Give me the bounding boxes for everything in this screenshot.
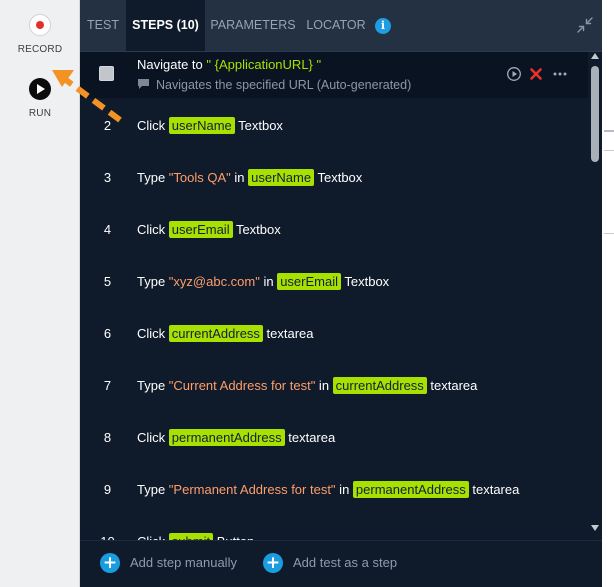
step-keyword: Type <box>137 274 169 289</box>
step-number: 10 <box>90 514 125 540</box>
record-label: RECORD <box>17 44 63 55</box>
scroll-down-arrow-icon[interactable] <box>591 524 599 532</box>
step-keyword: Textbox <box>341 274 390 289</box>
step-keyword: Click <box>137 222 169 237</box>
step-1-description: Navigates the specified URL (Auto-genera… <box>156 78 412 92</box>
step-value: "Permanent Address for test" <box>168 482 336 497</box>
tab-test[interactable]: TEST <box>80 0 126 51</box>
add-test-as-step-button[interactable]: + Add test as a step <box>263 552 413 576</box>
step-number: 9 <box>103 482 112 497</box>
plus-circle-icon: + <box>263 553 283 573</box>
step-keyword: Type <box>137 378 169 393</box>
background-page-edge <box>602 0 614 587</box>
step-number: 6 <box>103 326 112 341</box>
step-number: 3 <box>103 170 112 185</box>
step-text: Click submit Button <box>137 514 254 540</box>
step-text: Click permanentAddress textarea <box>137 410 335 462</box>
step-text: Type "Current Address for test" in curre… <box>137 358 477 410</box>
collapse-icon[interactable] <box>577 17 593 33</box>
step-row[interactable]: 6 Click currentAddress textarea <box>80 306 588 358</box>
recorder-window: RECORD RUN TEST STEPS (10) PARAMETERS LO… <box>0 0 614 587</box>
step-1-title: Navigate to " {ApplicationURL} " <box>137 57 321 72</box>
step-keyword: textarea <box>284 430 336 445</box>
step-text: Type "Tools QA" in userName Textbox <box>137 150 362 202</box>
background-divider <box>604 150 614 151</box>
step-element: currentAddress <box>332 377 427 394</box>
step-text: Click userEmail Textbox <box>137 202 281 254</box>
step-keyword: in <box>259 274 278 289</box>
step-text: Type "xyz@abc.com" in userEmail Textbox <box>137 254 389 306</box>
tab-steps[interactable]: STEPS (10) <box>126 0 205 51</box>
step-element: permanentAddress <box>168 429 285 446</box>
step-value: "Tools QA" <box>168 170 231 185</box>
steps-list: 2 Click userName Textbox 3 Type "Tools QA" … <box>80 98 588 540</box>
annotation-arrow-icon <box>52 70 122 123</box>
step-element: userEmail <box>168 221 233 238</box>
step-value: "xyz@abc.com" <box>168 274 260 289</box>
footer-bar: + Add step manually + Add test as a step <box>80 540 602 587</box>
step-number: 4 <box>103 222 112 237</box>
step-row[interactable]: 4 Click userEmail Textbox <box>80 202 588 254</box>
step-keyword: Click <box>137 326 169 341</box>
step-keyword: Click <box>137 118 169 133</box>
step-text: Click userName Textbox <box>137 98 283 150</box>
step-row[interactable]: 8 Click permanentAddress textarea <box>80 410 588 462</box>
step-element: userName <box>168 117 235 134</box>
step-element: currentAddress <box>168 325 263 342</box>
step-keyword: Textbox <box>234 118 283 133</box>
step-text: Type "Permanent Address for test" in per… <box>137 462 519 514</box>
step-keyword: in <box>315 378 333 393</box>
step-actions <box>507 67 587 83</box>
step-element: userName <box>248 169 315 186</box>
background-divider <box>604 130 614 132</box>
plus-circle-icon: + <box>100 553 120 573</box>
record-icon <box>29 14 51 36</box>
comment-icon <box>138 79 149 89</box>
delete-icon[interactable] <box>529 67 543 81</box>
step-value: "Current Address for test" <box>168 378 316 393</box>
tab-locator[interactable]: LOCATOR <box>301 0 371 51</box>
step-element: permanentAddress <box>352 481 469 498</box>
step-keyword: Type <box>137 482 169 497</box>
step-keyword: Textbox <box>232 222 281 237</box>
step-1-description-row: Navigates the specified URL (Auto-genera… <box>137 77 411 92</box>
tab-bar: TEST STEPS (10) PARAMETERS LOCATOR i <box>80 0 602 52</box>
add-step-manually-button[interactable]: + Add step manually <box>100 552 250 576</box>
more-options-icon[interactable] <box>553 67 567 81</box>
scroll-up-arrow-icon[interactable] <box>591 52 599 60</box>
step-keyword: in <box>230 170 249 185</box>
info-icon[interactable]: i <box>375 18 391 34</box>
step-keyword: Click <box>137 430 169 445</box>
background-divider <box>604 233 614 234</box>
scrollbar[interactable] <box>588 52 602 540</box>
step-element: userEmail <box>277 273 341 290</box>
steps-panel: TEST STEPS (10) PARAMETERS LOCATOR i Nav… <box>80 0 602 587</box>
step-row-1[interactable]: Navigate to " {ApplicationURL} " Navigat… <box>80 52 588 98</box>
add-test-label: Add test as a step <box>293 555 398 570</box>
record-button[interactable]: RECORD <box>0 14 80 55</box>
step-row[interactable]: 3 Type "Tools QA" in userName Textbox <box>80 150 588 202</box>
step-number: 7 <box>103 378 112 393</box>
step-row[interactable]: 2 Click userName Textbox <box>80 98 588 150</box>
step-1-url-parameter: " {ApplicationURL} " <box>206 57 322 72</box>
step-keyword: Type <box>137 170 169 185</box>
tab-parameters[interactable]: PARAMETERS <box>205 0 301 51</box>
add-step-label: Add step manually <box>130 555 237 570</box>
step-keyword: textarea <box>468 482 520 497</box>
step-row[interactable]: 5 Type "xyz@abc.com" in userEmail Textbox <box>80 254 588 306</box>
step-keyword: textarea <box>262 326 314 341</box>
run-step-icon[interactable] <box>507 67 521 81</box>
step-text: Click currentAddress textarea <box>137 306 314 358</box>
step-number: 8 <box>103 430 112 445</box>
step-element: submit <box>168 533 214 540</box>
step-row[interactable]: 7 Type "Current Address for test" in curr… <box>80 358 588 410</box>
step-keyword: textarea <box>426 378 478 393</box>
step-keyword: in <box>335 482 353 497</box>
step-number: 5 <box>103 274 112 289</box>
step-1-action: Navigate to <box>137 57 207 72</box>
scrollbar-thumb[interactable] <box>591 66 599 162</box>
step-row[interactable]: 10 Click submit Button <box>80 514 588 540</box>
step-keyword: Textbox <box>314 170 363 185</box>
step-row[interactable]: 9 Type "Permanent Address for test" in pe… <box>80 462 588 514</box>
